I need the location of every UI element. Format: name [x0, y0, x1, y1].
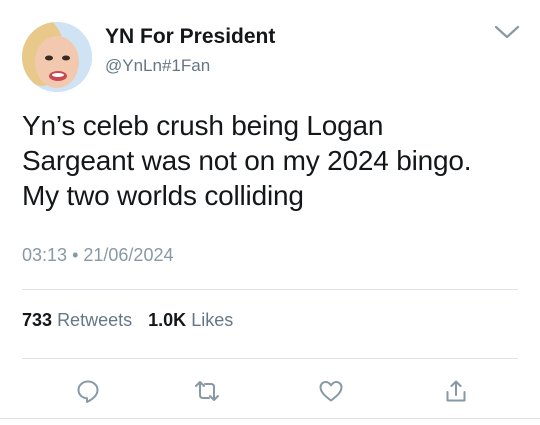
like-icon [319, 381, 343, 402]
share-icon [446, 380, 466, 402]
like-button[interactable] [316, 376, 346, 406]
tweet-text-line: Yn’s celeb crush being Logan [22, 110, 384, 141]
retweets-count: 733 [22, 310, 53, 330]
likes-count: 1.0K [148, 310, 187, 330]
retweet-button[interactable] [192, 376, 222, 406]
timestamp-separator: • [72, 245, 79, 265]
divider [22, 358, 518, 359]
retweet-icon [195, 381, 219, 401]
retweets-stat[interactable]: 733 Retweets [22, 310, 137, 330]
likes-stat[interactable]: 1.0K Likes [148, 310, 233, 330]
avatar[interactable] [22, 22, 92, 92]
chevron-down-icon[interactable] [492, 22, 522, 44]
tweet-text-line: My two worlds colliding [22, 180, 304, 211]
tweet-text: Yn’s celeb crush being Logan Sargeant wa… [22, 108, 527, 213]
avatar-image [22, 22, 92, 92]
share-button[interactable] [441, 376, 471, 406]
likes-label: Likes [191, 310, 234, 330]
tweet-stats: 733 Retweets 1.0K Likes [22, 310, 233, 331]
author-display-name[interactable]: YN For President [105, 25, 275, 49]
tweet-time: 03:13 [22, 245, 68, 265]
tweet-timestamp[interactable]: 03:13 • 21/06/2024 [22, 245, 173, 266]
author-handle[interactable]: @YnLn#1Fan [105, 56, 210, 76]
divider [0, 418, 540, 419]
tweet-date: 21/06/2024 [83, 245, 174, 265]
reply-icon [77, 380, 99, 403]
retweets-label: Retweets [57, 310, 133, 330]
tweet-text-line: Sargeant was not on my 2024 bingo. [22, 145, 472, 176]
reply-button[interactable] [73, 376, 103, 406]
divider [22, 289, 518, 290]
